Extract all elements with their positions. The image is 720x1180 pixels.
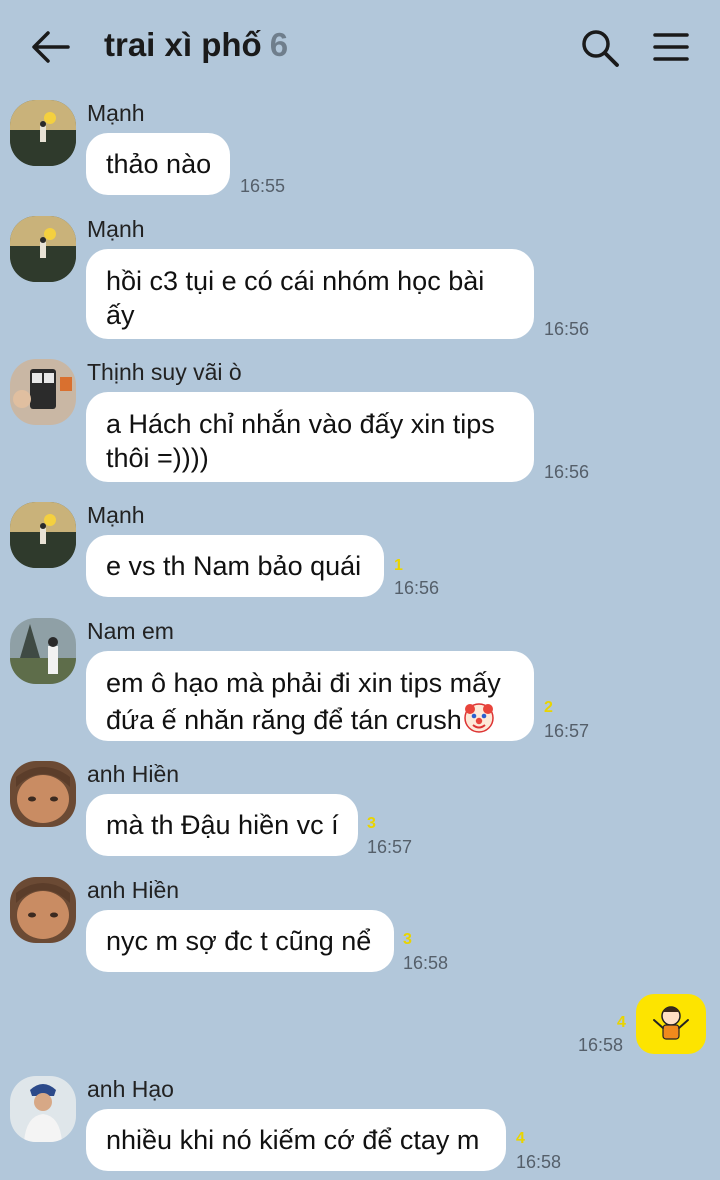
- group-name: trai xì phố: [104, 26, 262, 63]
- chat-header: trai xì phố 6: [0, 0, 720, 92]
- unread-count: 3: [403, 931, 412, 948]
- message-time: 16:56: [544, 319, 590, 339]
- avatar-thinh[interactable]: [10, 359, 76, 425]
- message-bubble[interactable]: em ô hạo mà phải đi xin tips mấy đứa ế n…: [86, 651, 534, 741]
- person-photo-icon: [10, 1076, 76, 1142]
- chat-title: trai xì phố 6: [104, 26, 288, 64]
- message-bubble[interactable]: mà th Đậu hiền vc í: [86, 794, 358, 856]
- message-time: 16:56: [394, 578, 440, 598]
- message-bubble[interactable]: a Hách chỉ nhắn vào đấy xin tips thôi =)…: [86, 392, 534, 482]
- face-photo-icon: [10, 761, 76, 827]
- search-icon[interactable]: [580, 28, 620, 68]
- unread-count: 2: [544, 699, 553, 716]
- message-bubble[interactable]: nhiều khi nó kiếm cớ để ctay m: [86, 1109, 506, 1171]
- sender-name: Nam em: [87, 618, 174, 644]
- outdoor-photo-icon: [10, 618, 76, 684]
- message-time: 16:57: [367, 837, 413, 857]
- sender-name: Mạnh: [87, 100, 145, 126]
- unread-count: 4: [516, 1130, 525, 1147]
- message-bubble[interactable]: nyc m sợ đc t cũng nể: [86, 910, 394, 972]
- sunset-photo-icon: [10, 216, 76, 282]
- unread-count: 3: [367, 815, 376, 832]
- sender-name: anh Hiền: [87, 761, 180, 787]
- message-text: em ô hạo mà phải đi xin tips mấy đứa ế n…: [106, 668, 501, 735]
- sender-name: anh Hiền: [87, 877, 180, 903]
- avatar-manh[interactable]: [10, 216, 76, 282]
- message-time: 16:56: [544, 462, 590, 482]
- avatar-manh[interactable]: [10, 502, 76, 568]
- sunset-photo-icon: [10, 100, 76, 166]
- message-time: 16:55: [240, 176, 286, 196]
- message-bubble[interactable]: hồi c3 tụi e có cái nhóm học bài ấy: [86, 249, 534, 339]
- unread-count: 1: [394, 557, 403, 574]
- sender-name: Thịnh suy vãi ò: [87, 359, 242, 385]
- message-time: 16:58: [403, 953, 449, 973]
- message-time: 16:58: [578, 1035, 624, 1055]
- sender-name: anh Hạo: [87, 1076, 174, 1102]
- menu-icon[interactable]: [652, 30, 690, 64]
- clown-face-icon: [464, 703, 494, 733]
- avatar-manh[interactable]: [10, 100, 76, 166]
- avatar-nam[interactable]: [10, 618, 76, 684]
- message-time: 16:58: [516, 1152, 562, 1172]
- avatar-hao[interactable]: [10, 1076, 76, 1142]
- shrug-person-icon: [653, 1006, 689, 1040]
- message-bubble[interactable]: e vs th Nam bảo quái: [86, 535, 384, 597]
- message-time: 16:57: [544, 721, 590, 741]
- unread-count: 4: [617, 1014, 626, 1031]
- member-count: 6: [269, 26, 289, 63]
- avatar-hien[interactable]: [10, 877, 76, 943]
- my-message-bubble[interactable]: [636, 994, 706, 1054]
- sunset-photo-icon: [10, 502, 76, 568]
- sender-name: Mạnh: [87, 502, 145, 528]
- sender-name: Mạnh: [87, 216, 145, 242]
- back-arrow-icon[interactable]: [30, 30, 70, 64]
- face-photo-icon: [10, 877, 76, 943]
- avatar-hien[interactable]: [10, 761, 76, 827]
- selfie-photo-icon: [10, 359, 76, 425]
- message-bubble[interactable]: thảo nào: [86, 133, 230, 195]
